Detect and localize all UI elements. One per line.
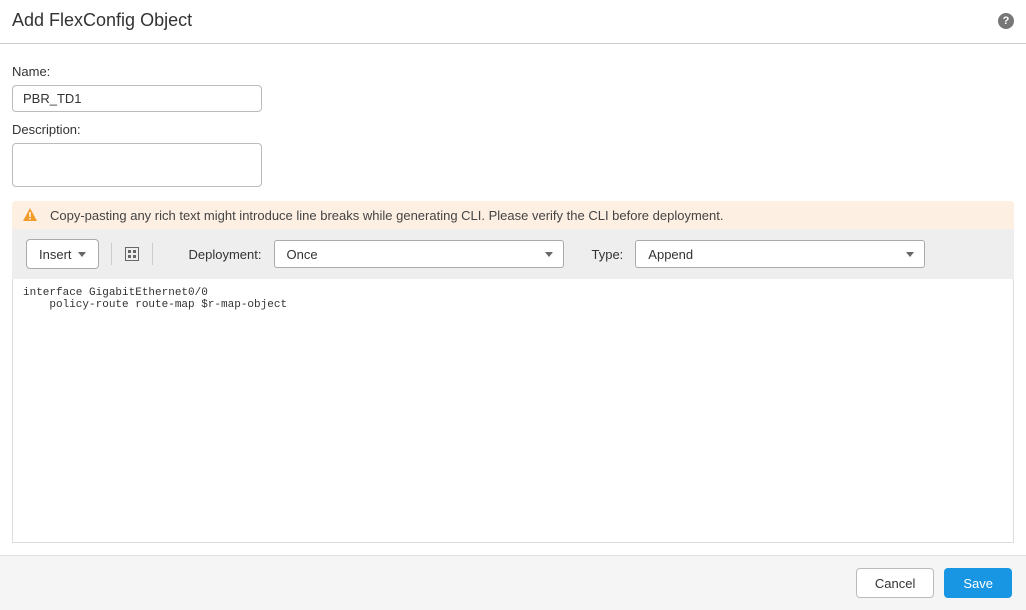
deployment-select[interactable]: Once	[274, 240, 564, 268]
deployment-label: Deployment:	[189, 247, 262, 262]
editor-toolbar: Insert Deployment: Once Type: Append	[12, 229, 1014, 279]
dialog-header: Add FlexConfig Object ?	[0, 0, 1026, 44]
warning-banner: Copy-pasting any rich text might introdu…	[12, 201, 1014, 229]
type-select-value: Append	[648, 247, 693, 262]
description-input[interactable]	[12, 143, 262, 187]
insert-button[interactable]: Insert	[26, 239, 99, 269]
help-icon[interactable]: ?	[998, 13, 1014, 29]
deployment-select-value: Once	[287, 247, 318, 262]
toolbar-divider	[111, 243, 112, 265]
warning-icon	[22, 207, 38, 223]
chevron-down-icon	[78, 252, 86, 257]
warning-text: Copy-pasting any rich text might introdu…	[50, 208, 723, 223]
cli-editor[interactable]: interface GigabitEthernet0/0 policy-rout…	[12, 279, 1014, 543]
name-input[interactable]	[12, 85, 262, 112]
dialog-body: Name: Description: Copy-pasting any rich…	[0, 44, 1026, 555]
type-label: Type:	[592, 247, 624, 262]
object-icon[interactable]	[124, 246, 140, 262]
name-label: Name:	[12, 64, 1014, 79]
dialog-title: Add FlexConfig Object	[12, 10, 192, 31]
save-button[interactable]: Save	[944, 568, 1012, 598]
toolbar-divider	[152, 243, 153, 265]
chevron-down-icon	[906, 252, 914, 257]
dialog-footer: Cancel Save	[0, 555, 1026, 610]
chevron-down-icon	[545, 252, 553, 257]
description-label: Description:	[12, 122, 1014, 137]
insert-button-label: Insert	[39, 247, 72, 262]
cancel-button[interactable]: Cancel	[856, 568, 934, 598]
type-select[interactable]: Append	[635, 240, 925, 268]
